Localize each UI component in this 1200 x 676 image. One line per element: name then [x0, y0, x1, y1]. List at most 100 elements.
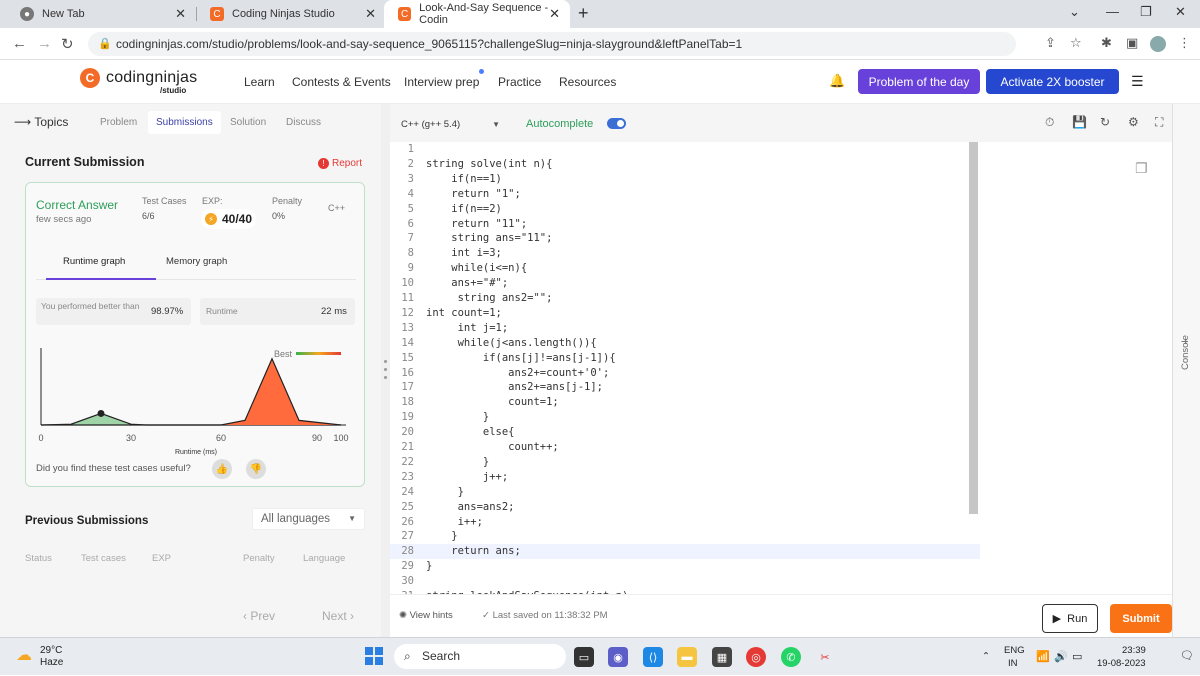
chrome-taskbar-icon[interactable]: ◎ — [746, 647, 766, 667]
file-explorer-icon[interactable]: ▬ — [677, 647, 697, 667]
code-line[interactable]: 26 i++; — [390, 515, 980, 530]
code-line[interactable]: 28 return ans; — [390, 544, 980, 560]
notification-icon[interactable]: 🗨 — [1180, 649, 1194, 662]
console-sidebar[interactable]: ‹ Console — [1172, 104, 1200, 637]
code-line[interactable]: 5 if(n==2) — [390, 202, 980, 217]
code-line[interactable]: 7 string ans="11"; — [390, 231, 980, 246]
tab-problem[interactable]: Problem — [100, 117, 137, 128]
menu-dots-icon[interactable]: ⋮ — [1178, 35, 1191, 51]
copy-icon[interactable]: ❐ — [1135, 160, 1148, 177]
extensions-icon[interactable]: ✱ — [1101, 35, 1112, 51]
close-window-icon[interactable]: ✕ — [1175, 4, 1186, 20]
code-line[interactable]: 14 while(j<ans.length()){ — [390, 336, 980, 351]
language-code[interactable]: ENG — [1004, 645, 1025, 656]
code-line[interactable]: 15 if(ans[j]!=ans[j-1]){ — [390, 351, 980, 366]
nav-contests-events[interactable]: Contests & Events — [292, 75, 391, 89]
topics-button[interactable]: ⟶ Topics — [14, 115, 68, 129]
code-line[interactable]: 27 } — [390, 529, 980, 544]
tab-discuss[interactable]: Discuss — [286, 117, 321, 128]
task-view-icon[interactable]: ▭ — [574, 647, 594, 667]
clock-time[interactable]: 23:39 — [1122, 645, 1146, 656]
code-area[interactable]: 1 2 string solve(int n){3 if(n==1) 4 return… — [390, 142, 980, 594]
hamburger-menu-icon[interactable]: ☰ — [1131, 73, 1144, 90]
tab-search-icon[interactable]: ⌄ — [1069, 4, 1080, 20]
settings-gear-icon[interactable]: ⚙ — [1128, 115, 1139, 129]
autocomplete-toggle[interactable] — [607, 118, 626, 129]
sidepanel-icon[interactable]: ▣ — [1126, 35, 1138, 51]
tab-submissions[interactable]: Submissions — [148, 111, 221, 134]
chevron-up-icon[interactable]: ⌃ — [982, 651, 990, 662]
code-line[interactable]: 1 — [390, 142, 980, 157]
editor-language-select[interactable]: C++ (g++ 5.4) ▼ — [395, 115, 506, 135]
activate-booster-button[interactable]: Activate 2X booster — [986, 69, 1119, 94]
view-hints-button[interactable]: ✺ View hints — [399, 610, 453, 621]
bookmark-star-icon[interactable]: ☆ — [1070, 35, 1082, 51]
battery-icon[interactable]: ▭ — [1072, 650, 1082, 663]
teams-chat-icon[interactable]: ◉ — [608, 647, 628, 667]
windows-start-icon[interactable] — [365, 647, 383, 665]
code-line[interactable]: 9 while(i<=n){ — [390, 261, 980, 276]
tab-solution[interactable]: Solution — [230, 117, 266, 128]
tab-new-tab[interactable]: ● New Tab ✕ — [6, 0, 196, 28]
nav-resources[interactable]: Resources — [559, 75, 616, 89]
tab-memory-graph[interactable]: Memory graph — [166, 256, 227, 267]
code-line[interactable]: 20 else{ — [390, 425, 980, 440]
code-line[interactable]: 12 int count=1; — [390, 306, 980, 321]
tab-coding-ninjas-studio[interactable]: C Coding Ninjas Studio ✕ — [196, 0, 386, 28]
code-line[interactable]: 11 string ans2=""; — [390, 291, 980, 306]
run-button[interactable]: ▶ Run — [1042, 604, 1098, 633]
reload-icon[interactable]: ↻ — [61, 35, 74, 53]
nav-interview-prep[interactable]: Interview prep — [404, 75, 479, 89]
code-line[interactable]: 3 if(n==1) — [390, 172, 980, 187]
whatsapp-icon[interactable]: ✆ — [781, 647, 801, 667]
code-line[interactable]: 21 count++; — [390, 440, 980, 455]
close-tab-icon[interactable]: ✕ — [365, 6, 376, 22]
language-filter-select[interactable]: All languages ▼ — [252, 508, 365, 530]
thumbs-up-icon[interactable]: 👍 — [212, 459, 232, 479]
close-tab-icon[interactable]: ✕ — [175, 6, 186, 22]
nav-practice[interactable]: Practice — [498, 75, 541, 89]
save-icon[interactable]: 💾 — [1072, 115, 1087, 129]
forward-icon[interactable]: → — [37, 35, 52, 52]
tab-runtime-graph[interactable]: Runtime graph — [63, 256, 125, 267]
code-line[interactable]: 13 int j=1; — [390, 321, 980, 336]
app-icon[interactable]: ▦ — [712, 647, 732, 667]
nav-learn[interactable]: Learn — [244, 75, 275, 89]
editor-scrollbar[interactable] — [969, 142, 978, 514]
profile-avatar[interactable] — [1150, 36, 1166, 52]
code-line[interactable]: 30 — [390, 574, 980, 589]
url-input[interactable]: 🔒 codingninjas.com/studio/problems/look-… — [88, 32, 1016, 56]
code-line[interactable]: 4 return "1"; — [390, 187, 980, 202]
coding-ninjas-logo[interactable]: C codingninjas /studio — [80, 68, 197, 95]
code-line[interactable]: 17 ans2+=ans[j-1]; — [390, 380, 980, 395]
code-line[interactable]: 22 } — [390, 455, 980, 470]
taskbar-search[interactable]: ⌕ Search — [394, 644, 566, 669]
code-line[interactable]: 2 string solve(int n){ — [390, 157, 980, 172]
problem-of-the-day-button[interactable]: Problem of the day — [858, 69, 980, 94]
reset-icon[interactable]: ↻ — [1100, 115, 1110, 129]
share-icon[interactable]: ⇪ — [1045, 35, 1056, 51]
next-page-button[interactable]: Next › — [322, 609, 354, 623]
tab-look-and-say[interactable]: C Look-And-Say Sequence - Codin ✕ — [384, 0, 570, 28]
close-tab-icon[interactable]: ✕ — [549, 6, 560, 22]
code-line[interactable]: 18 count=1; — [390, 395, 980, 410]
timer-icon[interactable]: ⏱ — [1045, 115, 1054, 130]
code-line[interactable]: 23 j++; — [390, 470, 980, 485]
code-line[interactable]: 25 ans=ans2; — [390, 500, 980, 515]
volume-icon[interactable]: 🔊 — [1054, 650, 1068, 663]
bell-icon[interactable]: 🔔 — [829, 73, 845, 89]
restore-icon[interactable]: ❐ — [1140, 4, 1152, 20]
vscode-icon[interactable]: ⟨⟩ — [643, 647, 663, 667]
new-tab-icon[interactable]: + — [578, 3, 589, 24]
wifi-icon[interactable]: 📶 — [1036, 650, 1050, 663]
code-line[interactable]: 16 ans2+=count+'0'; — [390, 366, 980, 381]
code-line[interactable]: 29} — [390, 559, 980, 574]
submit-button[interactable]: Submit — [1110, 604, 1172, 633]
fullscreen-icon[interactable]: ⛶ — [1155, 115, 1163, 130]
code-line[interactable]: 6 return "11"; — [390, 217, 980, 232]
code-line[interactable]: 10 ans+="#"; — [390, 276, 980, 291]
code-line[interactable]: 8 int i=3; — [390, 246, 980, 261]
code-line[interactable]: 24 } — [390, 485, 980, 500]
back-icon[interactable]: ← — [12, 35, 27, 52]
minimize-icon[interactable]: — — [1106, 4, 1119, 19]
